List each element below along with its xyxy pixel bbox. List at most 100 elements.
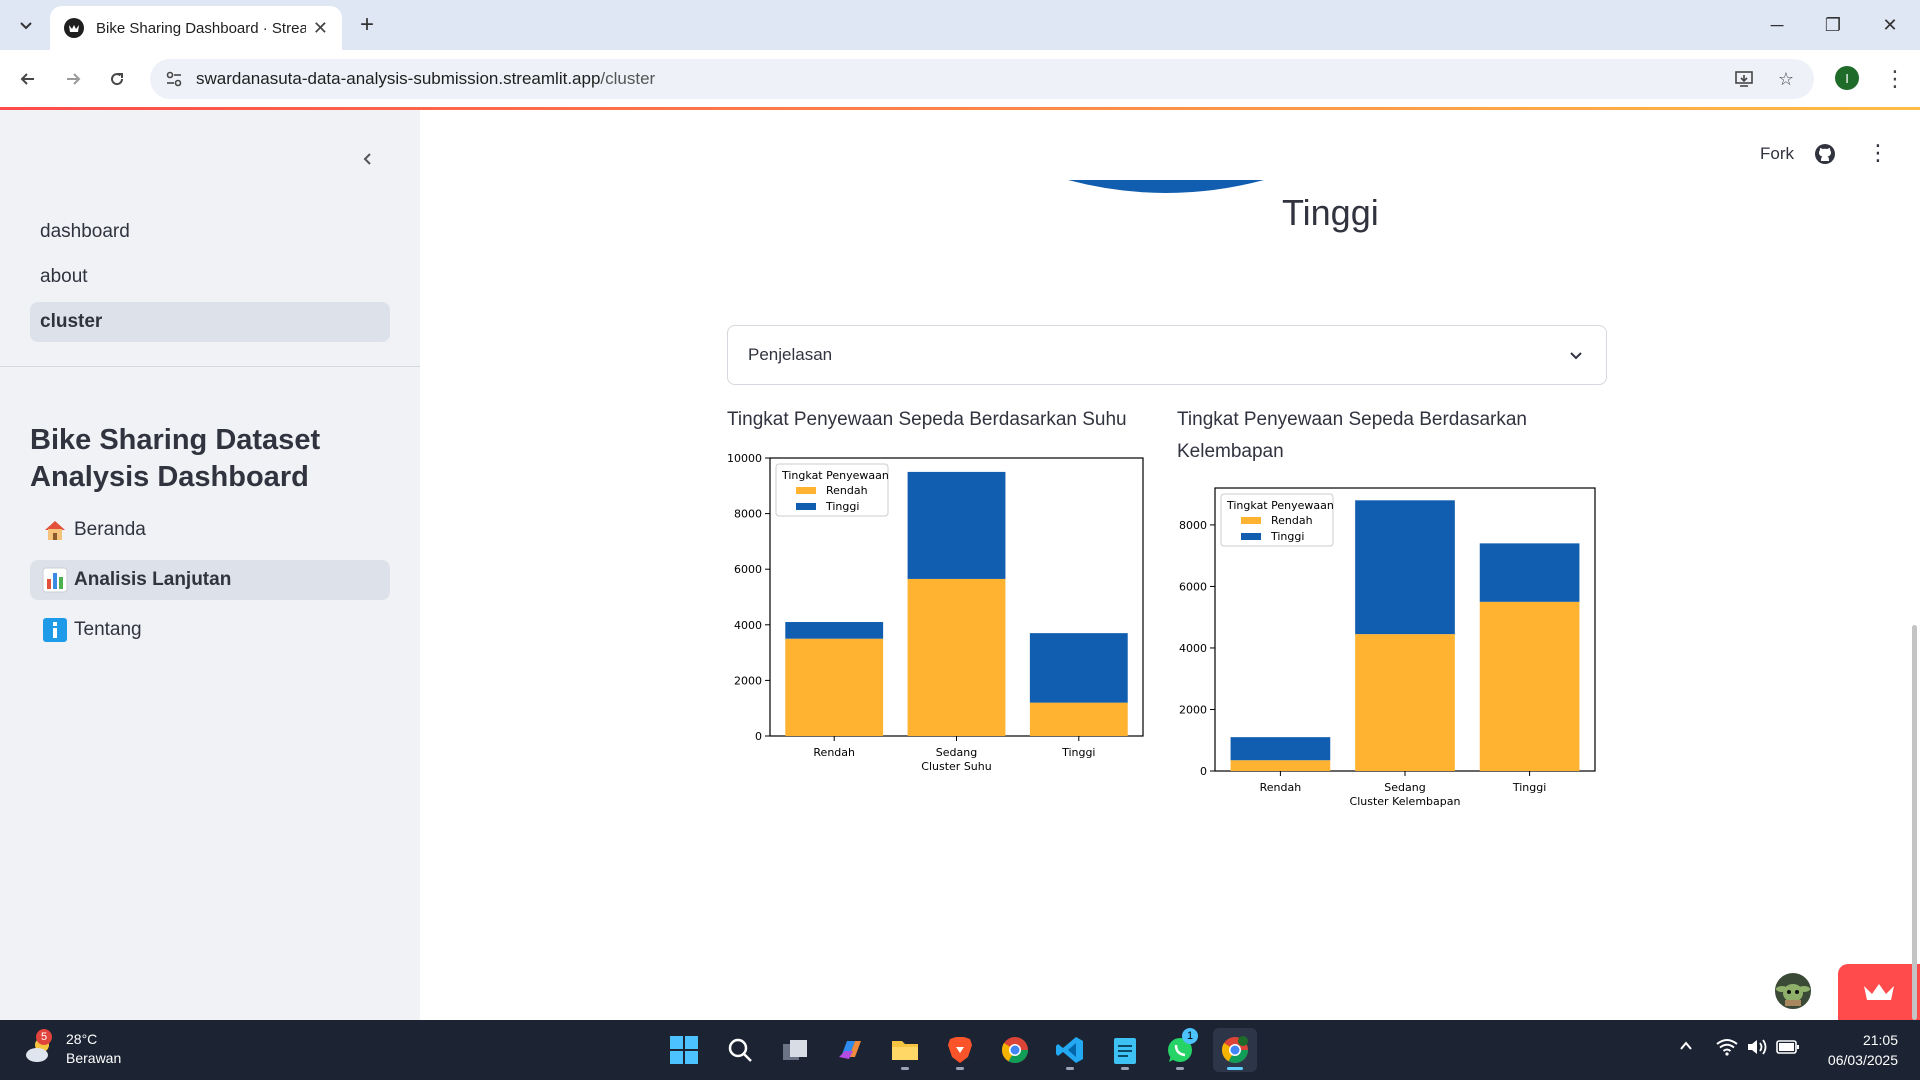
x-axis-label: Cluster Kelembapan bbox=[1350, 795, 1461, 808]
nav-link-dashboard[interactable]: dashboard bbox=[30, 212, 390, 252]
start-button[interactable] bbox=[662, 1028, 706, 1072]
y-tick-label: 2000 bbox=[734, 674, 762, 687]
y-tick-label: 4000 bbox=[734, 619, 762, 632]
chrome-icon bbox=[1001, 1037, 1029, 1064]
streamlit-favicon-icon bbox=[64, 18, 84, 38]
nav-link-label: about bbox=[40, 266, 88, 287]
minimize-button[interactable]: ─ bbox=[1757, 8, 1797, 42]
taskbar-chrome-profile[interactable] bbox=[1213, 1028, 1257, 1072]
install-app-icon[interactable] bbox=[1732, 67, 1756, 91]
tab-close-icon[interactable]: ✕ bbox=[313, 18, 328, 39]
url-text: swardanasuta-data-analysis-submission.st… bbox=[196, 69, 655, 89]
menu-item-analisis-lanjutan[interactable]: Analisis Lanjutan bbox=[30, 560, 390, 600]
clock-date: 06/03/2025 bbox=[1827, 1052, 1898, 1068]
pie-legend-label: Tinggi bbox=[1282, 192, 1379, 233]
chart-title-suhu: Tingkat Penyewaan Sepeda Berdasarkan Suh… bbox=[727, 409, 1127, 430]
address-bar[interactable]: swardanasuta-data-analysis-submission.st… bbox=[150, 59, 1814, 99]
y-tick-label: 6000 bbox=[1179, 580, 1207, 593]
taskbar-copilot[interactable] bbox=[828, 1028, 872, 1072]
new-tab-button[interactable]: + bbox=[352, 10, 382, 40]
nav-link-cluster[interactable]: cluster bbox=[30, 302, 390, 342]
chart-title-kelembapan: Tingkat Penyewaan Sepeda Berdasarkan Kel… bbox=[1177, 409, 1527, 462]
chevron-down-icon bbox=[20, 22, 32, 30]
cloud-sun-icon: 5 bbox=[22, 1029, 58, 1067]
close-window-button[interactable]: ✕ bbox=[1870, 8, 1910, 42]
bar-rendah-rendah bbox=[1230, 760, 1331, 771]
bar-tinggi-rendah bbox=[1029, 702, 1128, 736]
nav-link-about[interactable]: about bbox=[30, 257, 390, 297]
y-tick-label: 10000 bbox=[727, 452, 762, 465]
fork-button[interactable]: Fork bbox=[1760, 144, 1794, 164]
main-menu-icon[interactable]: ⋮ bbox=[1867, 140, 1889, 166]
nav-link-label: cluster bbox=[40, 311, 103, 332]
menu-item-beranda[interactable]: Beranda bbox=[30, 510, 390, 550]
site-info-icon[interactable] bbox=[164, 69, 184, 89]
scrollbar-thumb[interactable] bbox=[1912, 625, 1917, 1020]
windows-taskbar: 5 28°C Berawan 1 21:05 06/03/2025 bbox=[0, 1020, 1920, 1080]
x-tick-label: Rendah bbox=[813, 746, 855, 759]
battery-icon[interactable] bbox=[1776, 1038, 1800, 1061]
browser-tab-active[interactable]: Bike Sharing Dashboard · Streamlit ✕ bbox=[50, 6, 342, 50]
streamlit-badge[interactable] bbox=[1838, 964, 1920, 1020]
chart-kelembapan: 0 2000 4000 6000 8000 Rendah Sedang Tinggi Clust… bbox=[1179, 487, 1596, 808]
tab-search-button[interactable] bbox=[10, 9, 42, 41]
chart-suhu: 0 2000 4000 6000 8000 10000 Rendah Sedang Tinggi… bbox=[727, 452, 1144, 773]
github-icon[interactable] bbox=[1813, 142, 1837, 166]
back-button[interactable] bbox=[11, 62, 45, 96]
sidebar-collapse-button[interactable] bbox=[355, 146, 381, 172]
taskbar-vscode[interactable] bbox=[1048, 1028, 1092, 1072]
weather-widget[interactable]: 5 28°C Berawan bbox=[22, 1029, 121, 1068]
sidebar-title: Bike Sharing Dataset Analysis Dashboard bbox=[30, 424, 321, 493]
task-view-button[interactable] bbox=[773, 1028, 817, 1072]
taskbar-chrome[interactable] bbox=[993, 1028, 1037, 1072]
restore-button[interactable]: ❐ bbox=[1813, 8, 1853, 42]
bar-tinggi-rendah bbox=[1479, 601, 1580, 771]
penjelasan-expander[interactable]: Penjelasan bbox=[727, 325, 1607, 385]
tray-overflow-icon[interactable] bbox=[1678, 1038, 1694, 1059]
nav-link-label: dashboard bbox=[40, 221, 130, 242]
bookmark-star-icon[interactable]: ☆ bbox=[1774, 67, 1798, 91]
taskbar-clock[interactable]: 21:05 06/03/2025 bbox=[1812, 1030, 1898, 1070]
crown-icon bbox=[1864, 984, 1894, 1000]
sidebar: dashboard about cluster Bike Sharing Dat… bbox=[0, 110, 420, 1020]
info-icon bbox=[42, 617, 68, 643]
profile-avatar[interactable]: I bbox=[1835, 66, 1859, 90]
y-tick-label: 0 bbox=[1200, 765, 1207, 778]
y-tick-label: 0 bbox=[755, 730, 762, 743]
legend-swatch-tinggi bbox=[1241, 533, 1261, 540]
vscode-icon bbox=[1056, 1037, 1083, 1063]
taskbar-whatsapp[interactable]: 1 bbox=[1158, 1028, 1202, 1072]
volume-icon[interactable] bbox=[1746, 1038, 1768, 1061]
y-tick-label: 8000 bbox=[734, 508, 762, 521]
bar-rendah-tinggi bbox=[1230, 737, 1331, 761]
menu-item-label: Beranda bbox=[74, 519, 146, 540]
main-content: Fork ⋮ Tinggi Penjelasan Tingkat Penyewa… bbox=[420, 110, 1920, 1020]
notepad-icon bbox=[1114, 1038, 1136, 1064]
taskbar-brave[interactable] bbox=[938, 1028, 982, 1072]
x-tick-label: Sedang bbox=[936, 746, 977, 759]
taskbar-notepad[interactable] bbox=[1103, 1028, 1147, 1072]
menu-item-tentang[interactable]: Tentang bbox=[30, 610, 390, 650]
search-icon bbox=[728, 1038, 752, 1062]
taskbar-search[interactable] bbox=[718, 1028, 762, 1072]
menu-item-label: Analisis Lanjutan bbox=[74, 569, 232, 590]
x-tick-label: Rendah bbox=[1260, 781, 1302, 794]
expander-label: Penjelasan bbox=[748, 345, 833, 364]
x-tick-label: Sedang bbox=[1384, 781, 1425, 794]
forward-button[interactable] bbox=[56, 62, 90, 96]
chrome-icon bbox=[1221, 1036, 1249, 1064]
copilot-icon bbox=[839, 1041, 861, 1059]
bar-rendah-tinggi bbox=[785, 622, 884, 639]
legend-label-tinggi: Tinggi bbox=[1270, 530, 1304, 543]
browser-menu-icon[interactable]: ⋮ bbox=[1880, 62, 1910, 96]
tab-title: Bike Sharing Dashboard · Streamlit bbox=[96, 19, 306, 37]
reload-button[interactable] bbox=[100, 62, 134, 96]
legend-swatch-tinggi bbox=[796, 503, 816, 510]
taskbar-file-explorer[interactable] bbox=[883, 1028, 927, 1072]
whatsapp-badge: 1 bbox=[1182, 1028, 1198, 1044]
menu-item-label: Tentang bbox=[74, 619, 142, 640]
bar-sedang-rendah bbox=[1355, 634, 1455, 771]
floating-avatar[interactable] bbox=[1773, 971, 1813, 1011]
wifi-icon[interactable] bbox=[1716, 1038, 1738, 1061]
pie-chart-partial bbox=[1068, 180, 1264, 193]
